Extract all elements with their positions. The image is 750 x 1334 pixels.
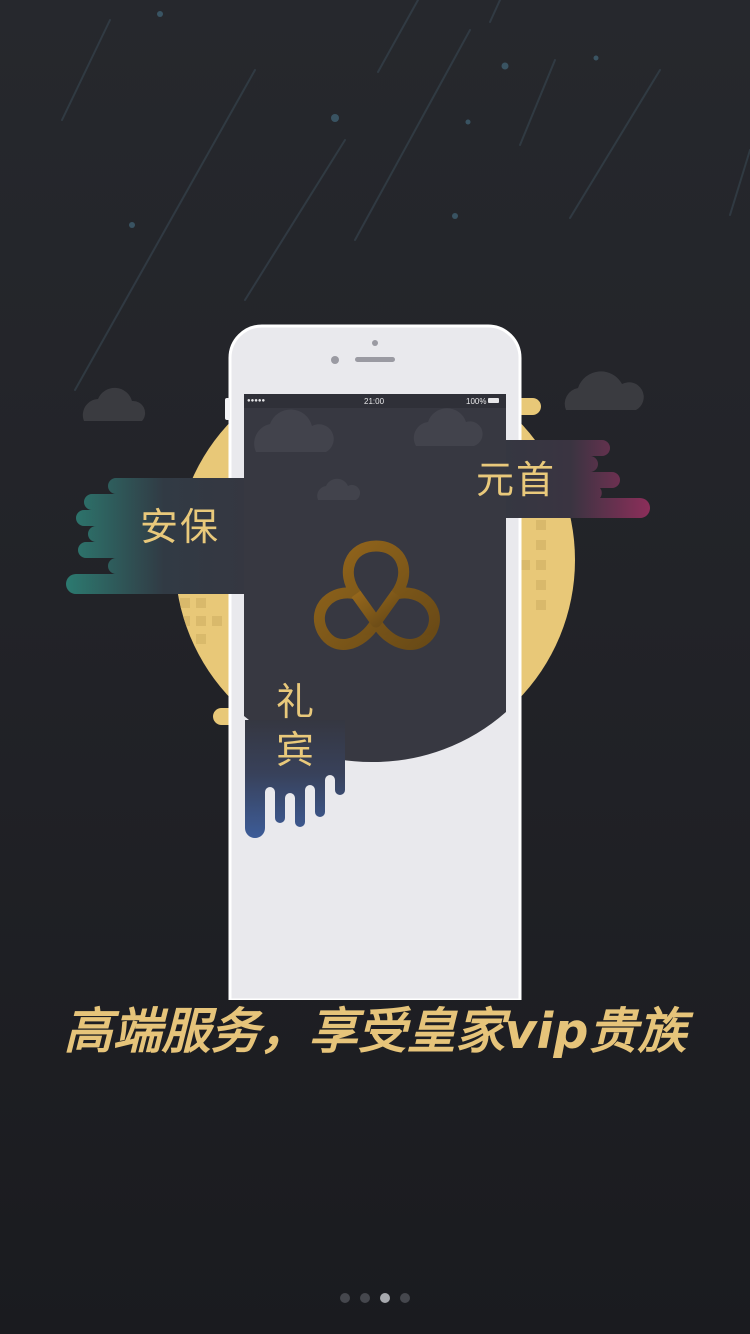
page-dot[interactable] <box>340 1293 350 1303</box>
service-etiquette-label-1: 礼 <box>276 680 317 724</box>
battery-icon <box>488 398 499 403</box>
onboarding-illustration <box>61 0 750 1000</box>
phone-status-bar: ●●●●● 21:00 100% <box>244 395 506 409</box>
stars <box>129 11 599 228</box>
page-dot[interactable] <box>360 1293 370 1303</box>
service-security-label: 安保 <box>140 505 221 549</box>
service-head-label: 元首 <box>476 458 557 502</box>
service-etiquette-label-2: 宾 <box>276 728 317 772</box>
cloud-icon <box>564 371 644 410</box>
signal-indicator: ●●●●● <box>247 398 266 404</box>
phone-sensor <box>331 356 339 364</box>
phone-speaker <box>355 357 395 362</box>
page-dot[interactable] <box>400 1293 410 1303</box>
phone-camera <box>372 340 378 346</box>
page-indicator[interactable] <box>0 1293 750 1305</box>
onboarding-tagline: 高端服务，享受皇家vip贵族 <box>63 1003 687 1060</box>
status-time: 21:00 <box>364 397 385 406</box>
page-dot-active[interactable] <box>380 1293 390 1303</box>
cloud-icon <box>82 387 146 421</box>
battery-percentage: 100% <box>466 397 487 406</box>
